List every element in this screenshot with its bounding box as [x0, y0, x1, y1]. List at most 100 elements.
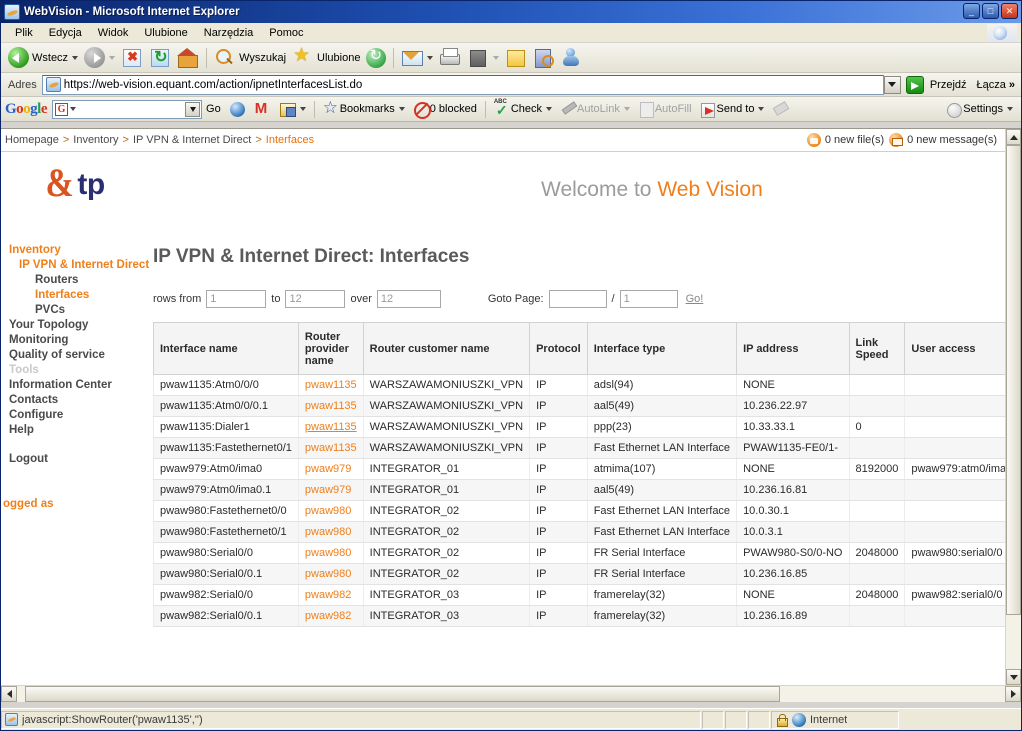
google-search-input[interactable]: G — [52, 99, 203, 119]
total-pages-input[interactable] — [619, 290, 678, 308]
router-provider-link[interactable]: pwaw1135 — [305, 442, 357, 454]
google-settings-button[interactable]: Settings — [942, 101, 1017, 118]
gmail-button[interactable] — [250, 101, 275, 118]
search-button[interactable]: Wyszukaj — [211, 45, 289, 71]
menu-item-favorites[interactable]: Ulubione — [136, 25, 195, 41]
print-button[interactable] — [436, 45, 464, 71]
forward-button[interactable] — [81, 45, 118, 71]
router-provider-link[interactable]: pwaw980 — [305, 568, 351, 580]
router-provider-link[interactable]: pwaw979 — [305, 463, 351, 475]
edit-chevron-down-icon[interactable] — [493, 55, 500, 60]
menu-item-tools[interactable]: Narzędzia — [196, 25, 262, 41]
sidebar-item-quality-of-service[interactable]: Quality of service — [1, 347, 153, 362]
router-provider-link[interactable]: pwaw979 — [305, 484, 351, 496]
sendto-chevron-down-icon[interactable] — [758, 107, 765, 111]
breadcrumb-item-ipvpn[interactable]: IP VPN & Internet Direct — [133, 134, 251, 146]
column-header-interface-type[interactable]: Interface type — [586, 322, 738, 375]
sidebar-item-contacts[interactable]: Contacts — [1, 392, 153, 407]
refresh-button[interactable] — [146, 45, 174, 71]
tp-logo[interactable]: & tp — [43, 163, 105, 203]
breadcrumb-item-homepage[interactable]: Homepage — [5, 134, 59, 146]
column-header-router-provider-name[interactable]: Router provider name — [297, 322, 364, 375]
autolink-chevron-down-icon[interactable] — [623, 107, 630, 111]
router-provider-link[interactable]: pwaw1135 — [305, 379, 357, 391]
sidebar-item-information-center[interactable]: Information Center — [1, 377, 153, 392]
google-browse-button[interactable] — [225, 101, 250, 118]
rows-to-input[interactable] — [285, 290, 346, 308]
settings-chevron-down-icon[interactable] — [1007, 107, 1013, 111]
maximize-button[interactable]: □ — [982, 3, 999, 19]
status-zone-cell[interactable]: Internet — [771, 710, 899, 729]
router-provider-link[interactable]: pwaw1135 — [305, 421, 357, 433]
minimize-button[interactable]: _ — [963, 3, 980, 19]
column-header-interface-name[interactable]: Interface name — [153, 322, 299, 375]
google-autofill-button[interactable]: AutoFill — [634, 101, 696, 118]
back-history-chevron-down-icon[interactable] — [72, 55, 79, 60]
router-provider-link[interactable]: pwaw982 — [305, 610, 351, 622]
sidebar-item-interfaces[interactable]: Interfaces — [1, 287, 153, 302]
go-page-link[interactable]: Go! — [686, 293, 704, 305]
google-sendto-button[interactable]: Send to — [696, 101, 769, 118]
research-button[interactable] — [530, 45, 558, 71]
breadcrumb-item-inventory[interactable]: Inventory — [73, 134, 118, 146]
menu-item-help[interactable]: Pomoc — [261, 25, 311, 41]
goto-page-input[interactable] — [548, 290, 607, 308]
back-button[interactable]: Wstecz — [5, 45, 81, 71]
router-provider-link[interactable]: pwaw980 — [305, 526, 351, 538]
bookmarks-chevron-down-icon[interactable] — [398, 107, 405, 111]
router-provider-link[interactable]: pwaw980 — [305, 547, 351, 559]
sidebar-item-help[interactable]: Help — [1, 422, 153, 437]
scroll-up-button[interactable] — [1006, 129, 1021, 145]
router-provider-link[interactable]: pwaw982 — [305, 589, 351, 601]
home-button[interactable] — [174, 45, 202, 71]
mail-chevron-down-icon[interactable] — [427, 55, 434, 60]
mail-button[interactable] — [398, 45, 436, 71]
forward-history-chevron-down-icon[interactable] — [109, 55, 116, 60]
history-button[interactable] — [363, 45, 389, 71]
page-vertical-scrollbar[interactable] — [1005, 129, 1021, 685]
column-header-link-speed[interactable]: Link Speed — [848, 322, 906, 375]
router-provider-link[interactable]: pwaw1135 — [305, 400, 357, 412]
stop-button[interactable] — [118, 45, 146, 71]
horizontal-scroll-track[interactable] — [17, 686, 1005, 702]
google-bookmarks-button[interactable]: Bookmarks — [319, 98, 409, 118]
sidebar-item-ipvpn-internet-direct[interactable]: IP VPN & Internet Direct — [1, 257, 153, 272]
address-input[interactable]: https://web-vision.equant.com/action/ipn… — [41, 74, 884, 95]
new-files-indicator[interactable]: 0 new file(s) — [806, 133, 884, 147]
sidebar-item-configure[interactable]: Configure — [1, 407, 153, 422]
google-search-dropdown-button[interactable] — [185, 101, 201, 117]
address-chevron-down-icon[interactable] — [883, 75, 901, 94]
close-button[interactable]: ✕ — [1001, 3, 1018, 19]
google-go-button[interactable]: Go — [202, 103, 225, 115]
google-highlight-button[interactable] — [768, 101, 793, 118]
google-spellcheck-button[interactable]: Check — [490, 99, 556, 119]
go-button[interactable]: Przejdź — [902, 75, 973, 94]
column-header-router-customer-name[interactable]: Router customer name — [362, 322, 531, 375]
messenger-button[interactable] — [558, 45, 586, 71]
notes-button[interactable] — [502, 45, 530, 71]
menu-item-file[interactable]: Plik — [7, 25, 41, 41]
sidebar-item-inventory[interactable]: Inventory — [1, 242, 153, 257]
scroll-down-button[interactable] — [1006, 669, 1021, 685]
sidebar-item-pvcs[interactable]: PVCs — [1, 302, 153, 317]
sidebar-item-your-topology[interactable]: Your Topology — [1, 317, 153, 332]
google-autolink-button[interactable]: AutoLink — [556, 101, 634, 118]
google-popup-blocker[interactable]: 0 blocked — [409, 101, 481, 119]
horizontal-scroll-thumb[interactable] — [25, 686, 780, 702]
check-chevron-down-icon[interactable] — [546, 107, 553, 111]
sidebar-item-routers[interactable]: Routers — [1, 272, 153, 287]
column-header-protocol[interactable]: Protocol — [529, 322, 588, 375]
scroll-left-button[interactable] — [1, 686, 17, 702]
rows-over-input[interactable] — [376, 290, 441, 308]
menu-item-edit[interactable]: Edycja — [41, 25, 90, 41]
menu-item-view[interactable]: Widok — [90, 25, 137, 41]
column-header-ip-address[interactable]: IP address — [736, 322, 850, 375]
page-horizontal-scrollbar[interactable] — [1, 685, 1021, 702]
new-messages-indicator[interactable]: 0 new message(s) — [889, 133, 997, 147]
column-header-user-access[interactable]: User access — [904, 322, 1005, 375]
sidebar-item-logout[interactable]: Logout — [1, 451, 153, 466]
links-button[interactable]: Łącza » — [973, 79, 1019, 91]
google-photos-button[interactable] — [275, 101, 310, 118]
vertical-scroll-thumb[interactable] — [1006, 145, 1021, 615]
vertical-scroll-track[interactable] — [1006, 145, 1021, 669]
